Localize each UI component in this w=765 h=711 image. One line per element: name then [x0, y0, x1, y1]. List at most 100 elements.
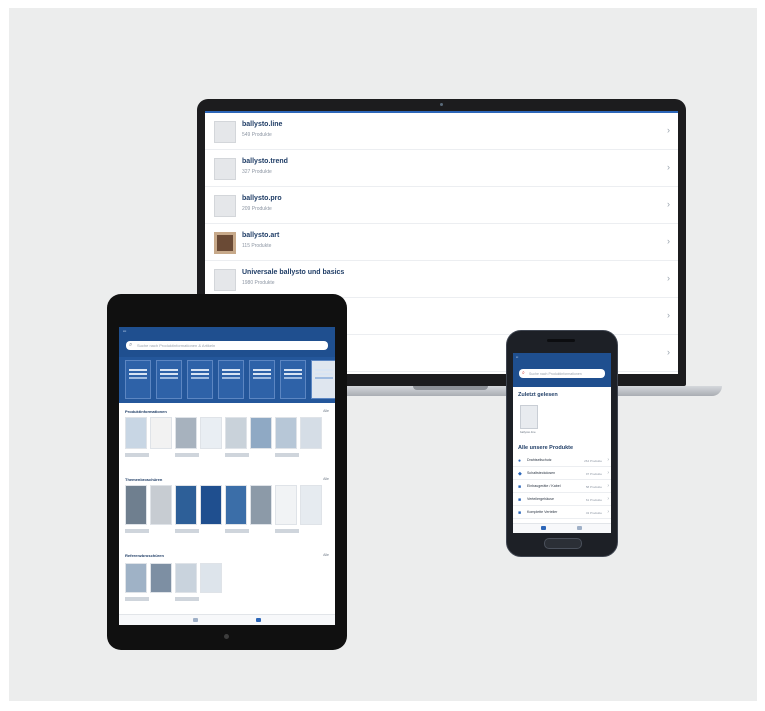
- product-title: ballysto.line: [242, 121, 283, 128]
- brochure-cover[interactable]: [218, 360, 244, 399]
- brochure-cover[interactable]: [187, 360, 213, 399]
- product-list-item[interactable]: ballysto.pro 209 Produkte ›: [205, 187, 678, 224]
- product-thumbnail: [214, 121, 236, 143]
- laptop-camera: [440, 103, 443, 106]
- phone-home-button: [544, 538, 582, 549]
- brochure-tile[interactable]: [200, 485, 222, 525]
- brochure-tile[interactable]: [150, 417, 172, 449]
- tab-settings[interactable]: [577, 526, 582, 530]
- product-thumbnail: [214, 195, 236, 217]
- phone-app-header: ▪▪ ⌕ Suche nach Produktinformationen: [513, 353, 611, 387]
- brochure-tile[interactable]: [150, 485, 172, 525]
- product-count: 115 Produkte: [242, 243, 272, 249]
- section-more-link[interactable]: Alle: [323, 553, 329, 557]
- recent-thumbnail[interactable]: [520, 405, 538, 429]
- brochure-tile[interactable]: [175, 417, 197, 449]
- category-count: 264 Produkte: [584, 458, 602, 463]
- product-list-item[interactable]: ballysto.art 115 Produkte ›: [205, 224, 678, 261]
- status-bar: ▪▪: [516, 355, 519, 359]
- tile-caption: [125, 597, 149, 601]
- brochure-tile[interactable]: [250, 485, 272, 525]
- chevron-right-icon: ›: [667, 347, 670, 357]
- chevron-right-icon: ›: [667, 162, 670, 172]
- brochure-tile[interactable]: [200, 563, 222, 593]
- chevron-right-icon: ›: [607, 457, 609, 463]
- box-icon: ■: [518, 497, 522, 503]
- brochure-cover[interactable]: [280, 360, 306, 399]
- brochure-carousel: [119, 357, 335, 403]
- brochure-tile[interactable]: [125, 417, 147, 449]
- brochure-tile[interactable]: [175, 485, 197, 525]
- brochure-cover[interactable]: [311, 360, 335, 399]
- phone-device: ▪▪ ⌕ Suche nach Produktinformationen Zul…: [506, 330, 618, 557]
- brochure-tile[interactable]: [175, 563, 197, 593]
- search-icon: ⌕: [522, 370, 525, 376]
- brochure-cover[interactable]: [156, 360, 182, 399]
- tile-caption: [175, 529, 199, 533]
- tile-caption: [275, 529, 299, 533]
- category-count: 97 Produkte: [585, 471, 602, 476]
- brochure-tile[interactable]: [125, 563, 147, 593]
- product-count: 549 Produkte: [242, 132, 272, 138]
- brochure-tile[interactable]: [275, 417, 297, 449]
- tab-library[interactable]: [256, 618, 261, 622]
- search-icon: ⌕: [129, 342, 133, 348]
- tile-caption: [175, 453, 199, 457]
- product-count: 327 Produkte: [242, 169, 272, 175]
- tile-caption: [125, 453, 149, 457]
- chevron-right-icon: ›: [667, 199, 670, 209]
- chevron-right-icon: ›: [667, 273, 670, 283]
- section-more-link[interactable]: Alle: [323, 409, 329, 413]
- product-title: ballysto.trend: [242, 158, 288, 165]
- phone-tab-bar: [513, 523, 611, 533]
- section-title: Themenbroschüren: [125, 477, 163, 482]
- product-category-row[interactable]: ■ Komplette Verteiler 43 Produkte ›: [513, 507, 611, 519]
- search-placeholder: Suche nach Produktinformationen & Artike…: [137, 343, 216, 348]
- tablet-screen: ▪▪▪ ⌕ Suche nach Produktinformationen & …: [119, 327, 335, 625]
- brochure-tile[interactable]: [250, 417, 272, 449]
- product-showcase-backdrop: ballysto.line 549 Produkte › ballysto.tr…: [9, 8, 757, 701]
- product-list-item[interactable]: Universale ballysto und basics 1980 Prod…: [205, 261, 678, 298]
- product-category-row[interactable]: ■ Einbaugeräte / Kabel 58 Produkte ›: [513, 481, 611, 493]
- section-title: Produktinformationen: [125, 409, 167, 414]
- category-count: 61 Produkte: [585, 497, 602, 502]
- brochure-tile[interactable]: [125, 485, 147, 525]
- brochure-tile[interactable]: [275, 485, 297, 525]
- brochure-tile[interactable]: [200, 417, 222, 449]
- brochure-tile[interactable]: [225, 485, 247, 525]
- tile-caption: [225, 453, 249, 457]
- product-title: Universale ballysto und basics: [242, 269, 345, 276]
- brochure-cover[interactable]: [249, 360, 275, 399]
- search-input[interactable]: ⌕ Suche nach Produktinformationen & Arti…: [126, 341, 328, 350]
- chevron-right-icon: ›: [607, 470, 609, 476]
- brochure-tile[interactable]: [300, 417, 322, 449]
- product-category-row[interactable]: ● Drahtseilschutz 264 Produkte ›: [513, 455, 611, 467]
- tab-home[interactable]: [193, 618, 198, 622]
- search-input[interactable]: ⌕ Suche nach Produktinformationen: [519, 369, 605, 378]
- product-title: ballysto.art: [242, 232, 280, 239]
- product-category-row[interactable]: ◆ Schaltsteckdosen 97 Produkte ›: [513, 468, 611, 480]
- chevron-right-icon: ›: [667, 125, 670, 135]
- product-count: 1980 Produkte: [242, 280, 275, 286]
- product-category-row[interactable]: ■ Verteilergehäuse 61 Produkte ›: [513, 494, 611, 506]
- phone-screen: ▪▪ ⌕ Suche nach Produktinformationen Zul…: [513, 353, 611, 533]
- chevron-right-icon: ›: [667, 236, 670, 246]
- category-label: Einbaugeräte / Kabel: [527, 484, 561, 488]
- brochure-tile[interactable]: [150, 563, 172, 593]
- tab-home[interactable]: [541, 526, 546, 530]
- brochure-tile[interactable]: [300, 485, 322, 525]
- chevron-right-icon: ›: [607, 509, 609, 515]
- product-list-item[interactable]: ballysto.trend 327 Produkte ›: [205, 150, 678, 187]
- category-count: 58 Produkte: [585, 484, 602, 489]
- products-title: Alle unsere Produkte: [518, 445, 574, 451]
- tile-caption: [125, 529, 149, 533]
- brochure-cover[interactable]: [125, 360, 151, 399]
- brochure-tile[interactable]: [225, 417, 247, 449]
- section-more-link[interactable]: Alle: [323, 477, 329, 481]
- section-title: Referenzbroschüren: [125, 553, 164, 558]
- tile-caption: [275, 453, 299, 457]
- product-list-item[interactable]: ballysto.line 549 Produkte ›: [205, 113, 678, 150]
- pin-icon: ●: [518, 458, 522, 464]
- laptop-hinge-notch: [413, 386, 488, 390]
- product-title: ballysto.pro: [242, 195, 282, 202]
